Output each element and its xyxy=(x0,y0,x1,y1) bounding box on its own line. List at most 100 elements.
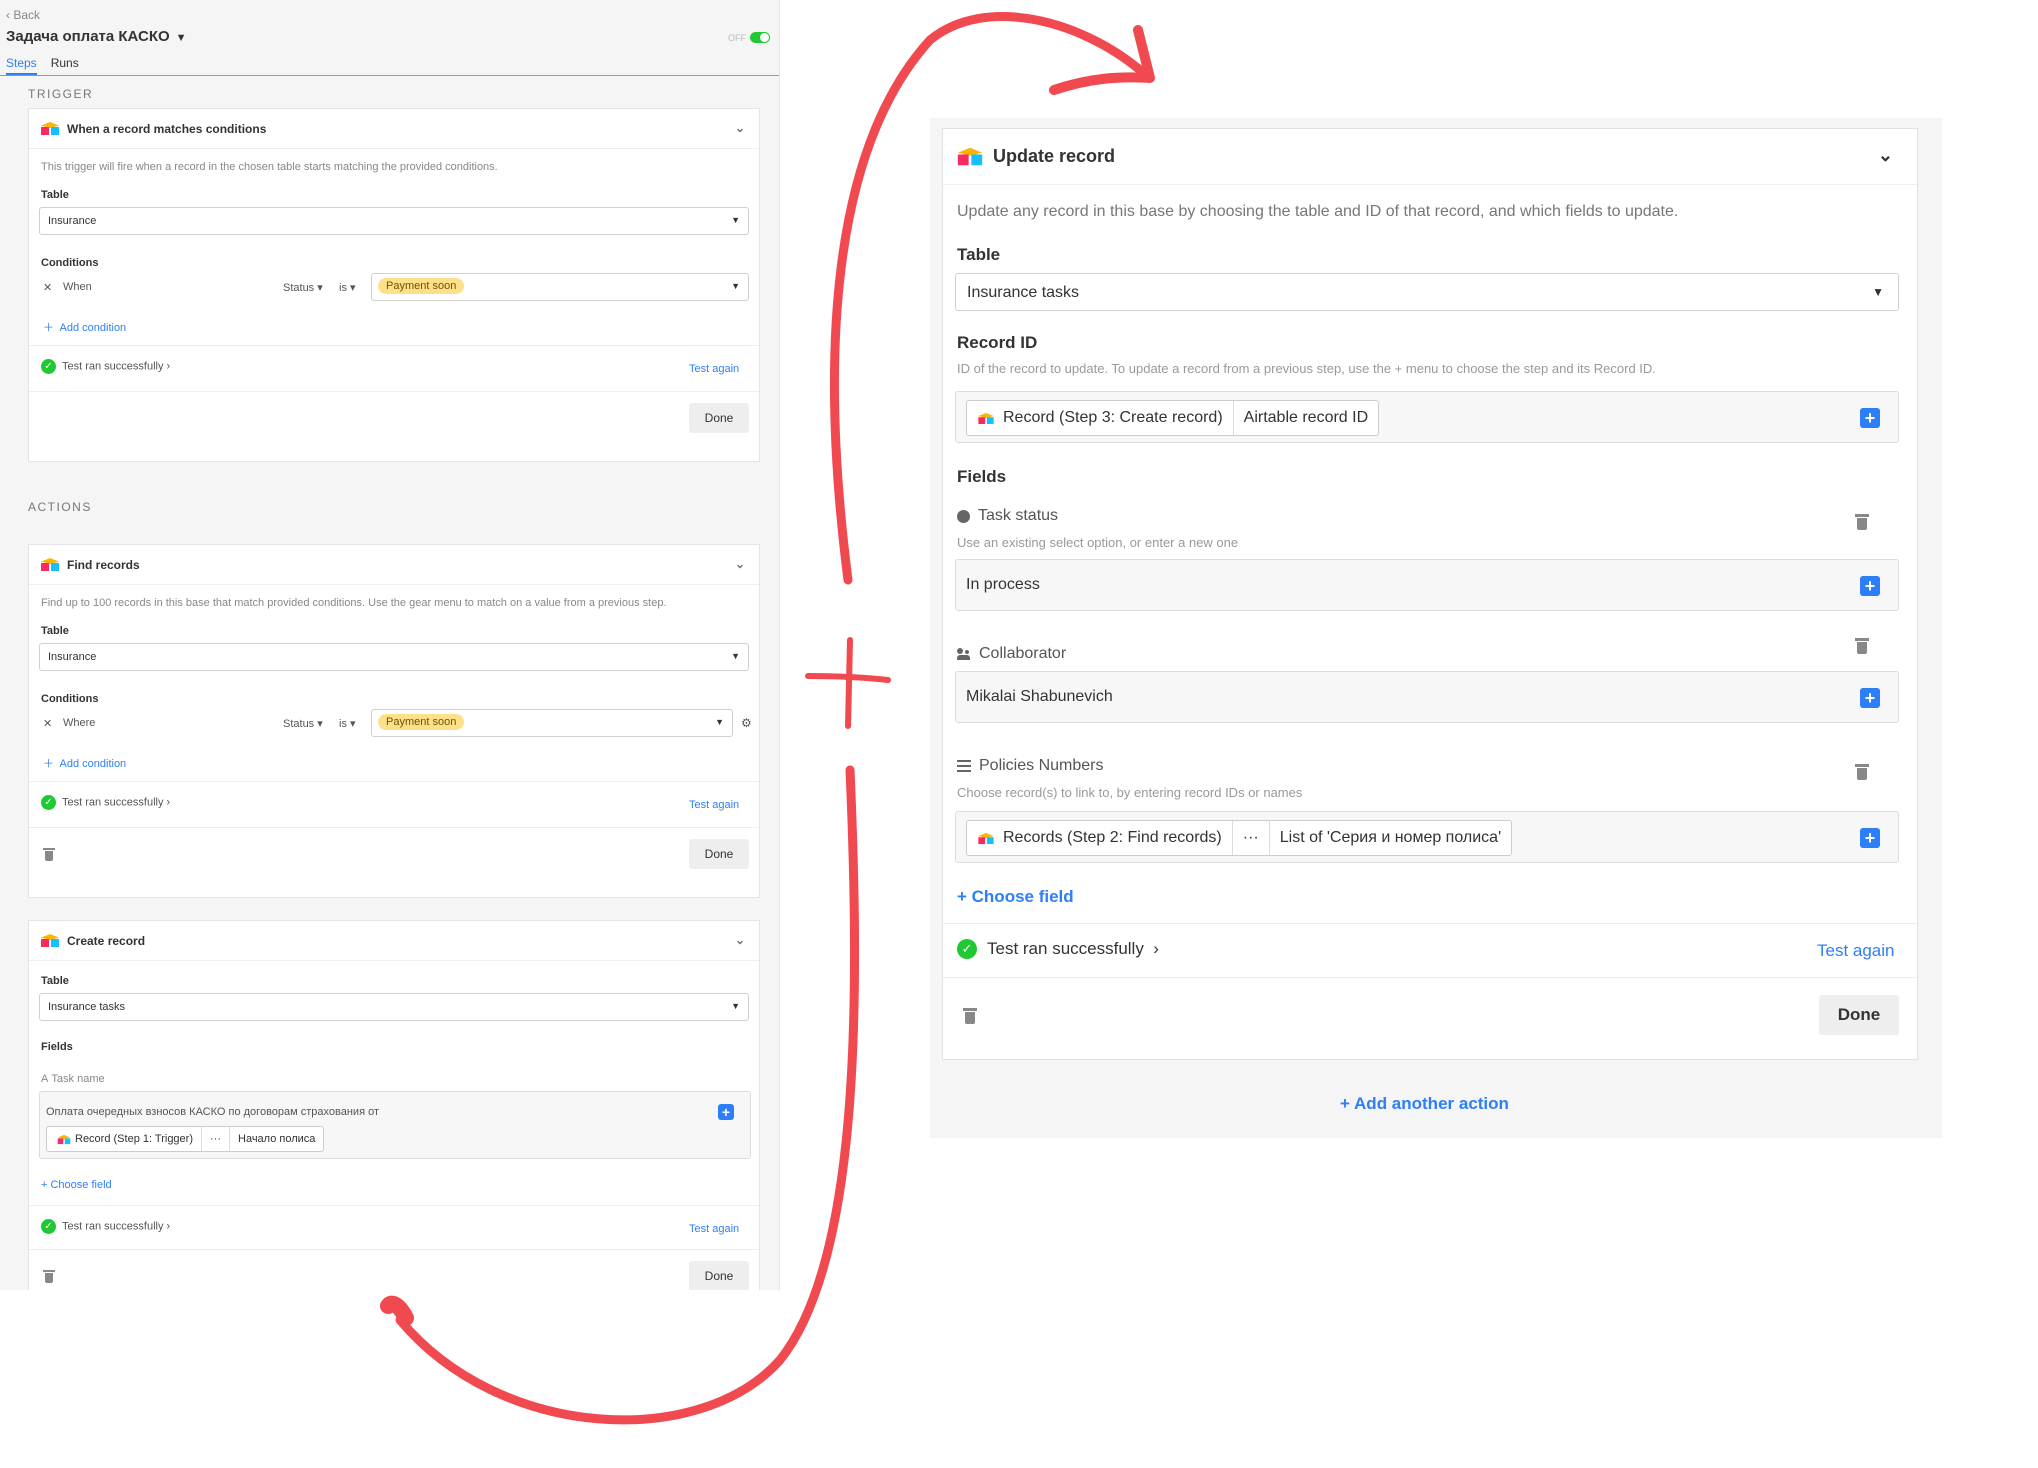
back-link[interactable]: ‹ Back xyxy=(6,8,40,22)
test-status[interactable]: ✓ Test ran successfully › xyxy=(41,1219,170,1234)
dropdown-arrow-icon: ▼ xyxy=(731,281,740,291)
tab-steps[interactable]: Steps xyxy=(6,56,37,75)
chevron-down-icon[interactable]: ⌄ xyxy=(1878,145,1893,166)
annotation-arrowhead-top xyxy=(1049,25,1155,95)
trash-icon[interactable] xyxy=(1855,763,1869,780)
policies-field[interactable]: Records (Step 2: Find records) ··· List … xyxy=(955,811,1899,863)
fields-label: Fields xyxy=(957,467,1007,486)
airtable-logo-icon xyxy=(41,934,59,947)
test-again-link[interactable]: Test again xyxy=(1817,941,1895,961)
more-icon[interactable]: ··· xyxy=(202,1127,230,1151)
update-record-description: Update any record in this base by choosi… xyxy=(957,203,1679,220)
create-record-header[interactable]: Create record ⌄ xyxy=(29,921,759,961)
trash-icon[interactable] xyxy=(1855,513,1869,530)
done-button[interactable]: Done xyxy=(689,839,749,869)
test-again-link[interactable]: Test again xyxy=(689,363,739,375)
table-select-value: Insurance xyxy=(48,651,97,663)
condition-operator-select[interactable]: is ▾ xyxy=(339,281,356,294)
collaborator-field[interactable]: Mikalai Shabunevich + xyxy=(955,671,1899,723)
choose-field-button[interactable]: + Choose field xyxy=(41,1179,112,1191)
plus-icon[interactable]: + xyxy=(1860,688,1880,708)
condition-field-select[interactable]: Status ▾ xyxy=(283,281,323,294)
find-records-header[interactable]: Find records ⌄ xyxy=(29,545,759,585)
test-again-link[interactable]: Test again xyxy=(689,799,739,811)
airtable-logo-icon xyxy=(57,1134,71,1144)
check-circle-icon: ✓ xyxy=(41,1219,56,1234)
add-another-action-button[interactable]: + Add another action xyxy=(1340,1094,1509,1114)
toggle-switch-icon[interactable] xyxy=(750,32,770,43)
done-button[interactable]: Done xyxy=(689,1261,749,1290)
automation-toggle[interactable]: OFF xyxy=(728,32,770,43)
update-record-zoom-panel: Update record ⌄ Update any record in thi… xyxy=(930,118,1942,1138)
record-token[interactable]: Record (Step 3: Create record) Airtable … xyxy=(966,400,1380,436)
task-name-label-text: Task name xyxy=(51,1073,105,1085)
plus-icon[interactable]: + xyxy=(718,1104,734,1120)
policies-token-text: Records (Step 2: Find records) xyxy=(1003,829,1222,846)
trigger-card-header[interactable]: When a record matches conditions ⌄ xyxy=(29,109,759,149)
chevron-down-icon[interactable]: ⌄ xyxy=(735,557,745,571)
gear-icon[interactable]: ⚙ xyxy=(741,716,752,730)
task-status-label-text: Task status xyxy=(978,507,1059,524)
condition-prefix: Where xyxy=(63,717,96,729)
condition-value-select[interactable]: Payment soon ▼ xyxy=(371,273,749,301)
test-again-link[interactable]: Test again xyxy=(689,1223,739,1235)
condition-value-select[interactable]: Payment soon ▼ xyxy=(371,709,733,737)
task-name-text: Оплата очередных взносов КАСКО по догово… xyxy=(46,1106,380,1118)
done-button[interactable]: Done xyxy=(1819,995,1899,1035)
trigger-card: When a record matches conditions ⌄ This … xyxy=(28,108,760,462)
policies-help: Choose record(s) to link to, by entering… xyxy=(957,785,1303,800)
dropdown-arrow-icon: ▼ xyxy=(731,1001,740,1011)
table-label: Table xyxy=(41,625,69,637)
remove-condition-icon[interactable]: ✕ xyxy=(43,717,52,730)
trigger-title: When a record matches conditions xyxy=(67,121,267,136)
plus-icon[interactable]: + xyxy=(1860,408,1880,428)
task-name-field[interactable]: Оплата очередных взносов КАСКО по догово… xyxy=(39,1091,751,1159)
divider xyxy=(29,1249,759,1250)
update-record-header[interactable]: Update record ⌄ xyxy=(943,129,1917,185)
create-table-select[interactable]: Insurance tasks ▼ xyxy=(39,993,749,1021)
condition-operator-select[interactable]: is ▾ xyxy=(339,717,356,730)
update-table-select[interactable]: Insurance tasks ▼ xyxy=(955,273,1899,311)
plus-icon[interactable]: + xyxy=(1860,828,1880,848)
plus-icon[interactable]: + xyxy=(1860,576,1880,596)
automation-title[interactable]: Задача оплата КАСКО ▼ xyxy=(6,28,187,45)
trash-icon[interactable] xyxy=(43,1269,55,1283)
policies-token-step: Records (Step 2: Find records) xyxy=(967,821,1233,855)
divider xyxy=(29,345,759,346)
record-id-help: ID of the record to update. To update a … xyxy=(957,361,1656,376)
caret-down-icon: ▼ xyxy=(175,32,187,44)
chevron-down-icon[interactable]: ⌄ xyxy=(735,933,745,947)
collaborator-icon xyxy=(957,648,971,660)
dropdown-arrow-icon: ▼ xyxy=(731,651,740,661)
add-condition-button[interactable]: ＋ Add condition xyxy=(43,755,126,771)
task-name-label: A Task name xyxy=(41,1073,105,1085)
test-status[interactable]: ✓ Test ran successfully › xyxy=(957,939,1159,959)
annotation-arrowhead-bottom xyxy=(380,1295,414,1326)
token-pill[interactable]: Record (Step 1: Trigger) ··· Начало поли… xyxy=(46,1126,325,1152)
check-circle-icon: ✓ xyxy=(957,939,977,959)
add-condition-button[interactable]: ＋ Add condition xyxy=(43,319,126,335)
test-status-text: Test ran successfully xyxy=(62,1220,164,1233)
trigger-table-select[interactable]: Insurance ▼ xyxy=(39,207,749,235)
divider xyxy=(29,391,759,392)
choose-field-button[interactable]: + Choose field xyxy=(957,887,1074,907)
done-button[interactable]: Done xyxy=(689,403,749,433)
record-id-field[interactable]: Record (Step 3: Create record) Airtable … xyxy=(955,391,1899,443)
find-table-select[interactable]: Insurance ▼ xyxy=(39,643,749,671)
chevron-down-icon[interactable]: ⌄ xyxy=(735,121,745,135)
more-icon[interactable]: ··· xyxy=(1233,821,1270,855)
task-status-field[interactable]: In process + xyxy=(955,559,1899,611)
divider xyxy=(943,923,1917,924)
trash-icon[interactable] xyxy=(1855,637,1869,654)
condition-field-select[interactable]: Status ▾ xyxy=(283,717,323,730)
policies-token[interactable]: Records (Step 2: Find records) ··· List … xyxy=(966,820,1513,856)
annotation-cross-horizontal xyxy=(805,673,891,683)
tab-runs[interactable]: Runs xyxy=(51,56,79,75)
test-status[interactable]: ✓ Test ran successfully › xyxy=(41,795,170,810)
linked-records-icon xyxy=(957,760,971,772)
test-status[interactable]: ✓ Test ran successfully › xyxy=(41,359,170,374)
trash-icon[interactable] xyxy=(963,1007,977,1024)
trash-icon[interactable] xyxy=(43,847,55,861)
remove-condition-icon[interactable]: ✕ xyxy=(43,281,52,294)
policies-label: Policies Numbers xyxy=(957,757,1103,775)
